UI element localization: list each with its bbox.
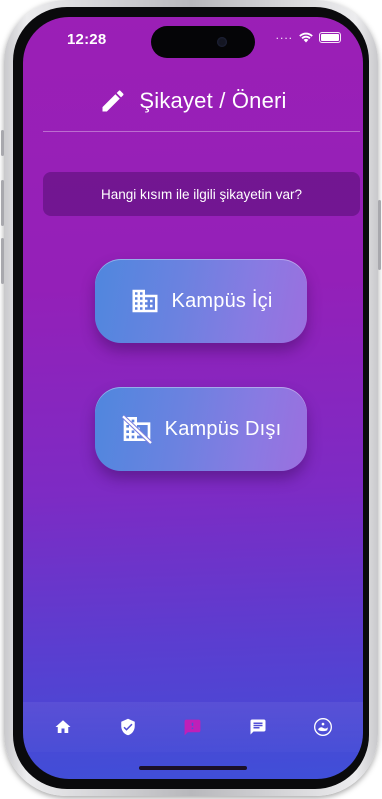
header-divider — [43, 131, 360, 132]
home-indicator[interactable] — [139, 766, 247, 770]
tab-home[interactable] — [43, 707, 83, 747]
silent-switch — [1, 130, 4, 156]
bottom-tab-bar — [23, 702, 363, 752]
camera-icon — [217, 37, 227, 47]
tab-profile[interactable] — [303, 707, 343, 747]
app-screen: 12:28 .... Şikayet / Öneri Hangi kısım i… — [23, 17, 363, 779]
building-off-icon — [121, 414, 153, 445]
wifi-icon — [299, 32, 313, 43]
campus-outside-label: Kampüs Dışı — [164, 417, 282, 440]
battery-icon — [319, 31, 341, 43]
phone-frame: 12:28 .... Şikayet / Öneri Hangi kısım i… — [1, 0, 381, 796]
volume-up-button — [1, 180, 4, 226]
building-icon — [132, 289, 158, 313]
question-text: Hangi kısım ile ilgili şikayetin var? — [100, 186, 303, 202]
question-banner: Hangi kısım ile ilgili şikayetin var? — [43, 172, 360, 216]
home-icon — [55, 720, 71, 733]
tab-security[interactable] — [108, 707, 148, 747]
tab-messages[interactable] — [238, 707, 278, 747]
campus-outside-button[interactable]: Kampüs Dışı — [95, 387, 307, 471]
signal-dots: .... — [275, 28, 293, 42]
page-header: Şikayet / Öneri — [23, 81, 363, 121]
profile-logo-icon — [313, 718, 332, 736]
status-indicators: .... — [275, 28, 341, 43]
message-icon — [250, 719, 266, 735]
volume-down-button — [1, 238, 4, 284]
power-button — [378, 200, 381, 270]
status-bar: 12:28 .... — [23, 17, 363, 63]
shield-check-icon — [121, 718, 135, 736]
dynamic-island — [151, 26, 255, 58]
status-time: 12:28 — [67, 31, 107, 48]
page-title: Şikayet / Öneri — [139, 88, 287, 113]
campus-inside-label: Kampüs İçi — [171, 289, 273, 312]
pencil-icon — [102, 90, 124, 112]
report-icon — [185, 719, 201, 735]
campus-inside-button[interactable]: Kampüs İçi — [95, 259, 307, 343]
tab-report[interactable] — [173, 707, 213, 747]
